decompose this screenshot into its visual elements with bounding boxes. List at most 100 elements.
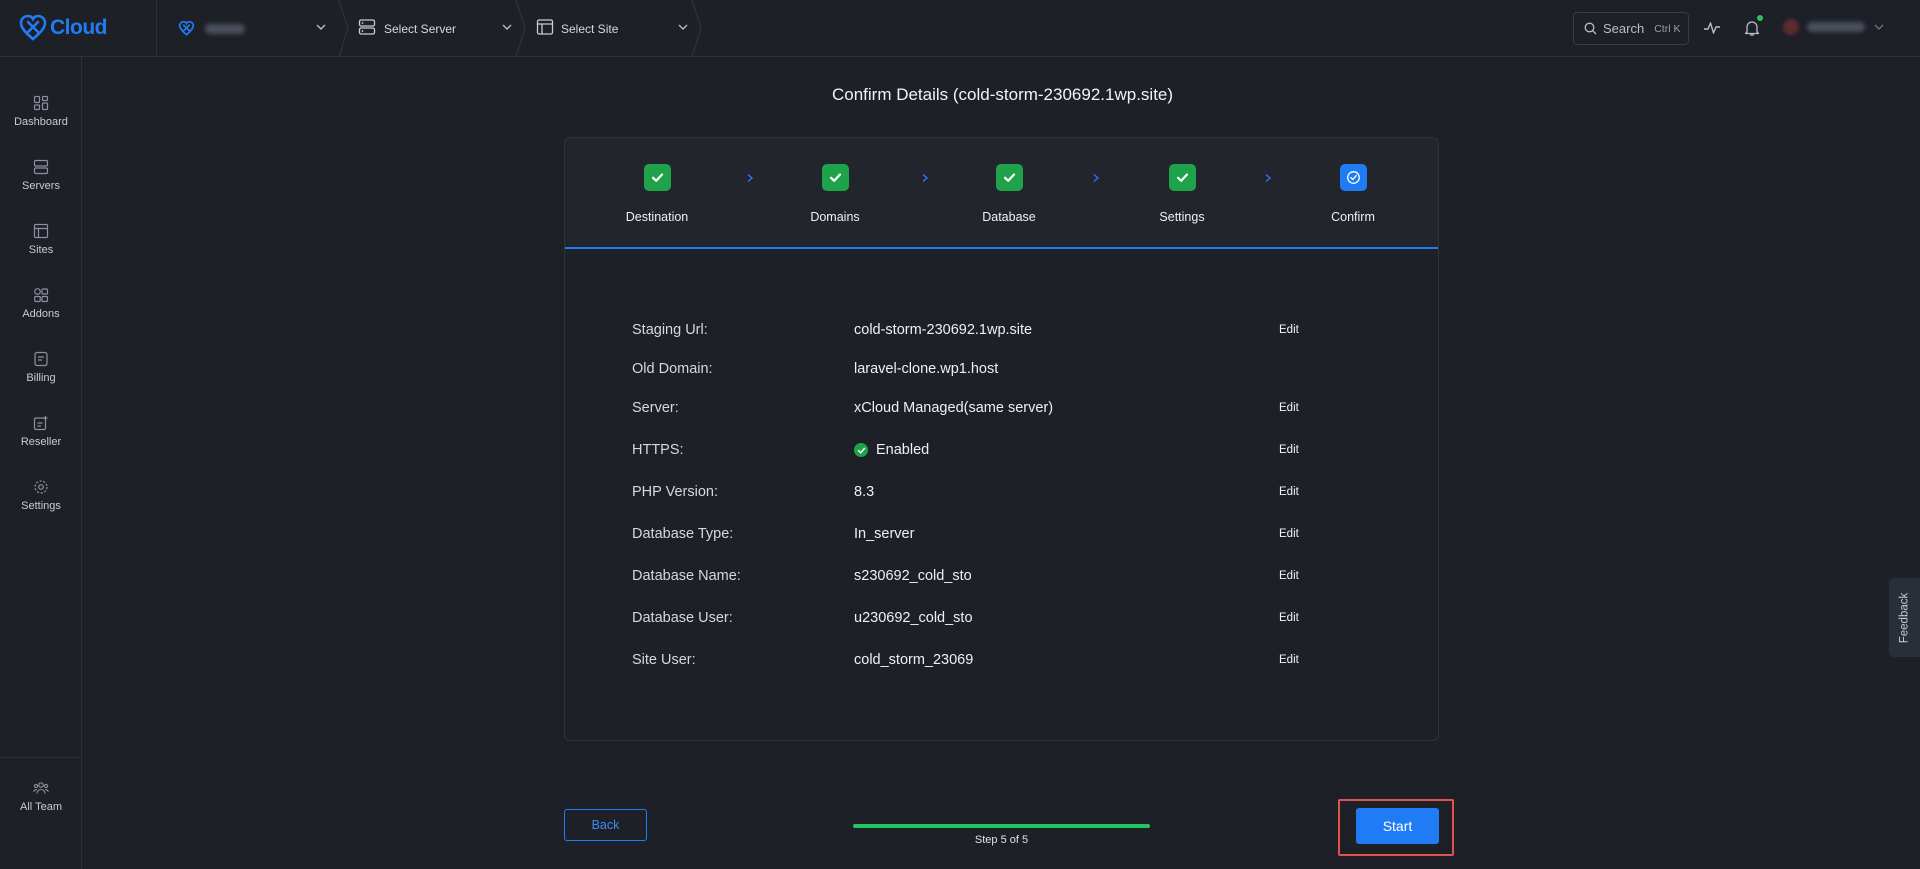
confirm-details-card: Destination Domains Database Settings Co… xyxy=(564,137,1439,741)
sidebar-item-billing[interactable]: Billing xyxy=(0,351,82,401)
sidebar-item-settings[interactable]: Settings xyxy=(0,479,82,529)
sidebar-item-addons[interactable]: Addons xyxy=(0,287,82,337)
detail-row-old-domain: Old Domain: laravel-clone.wp1.host xyxy=(632,357,1392,381)
sidebar-item-sites[interactable]: Sites xyxy=(0,223,82,273)
step-domains[interactable]: Domains xyxy=(775,164,895,224)
detail-row-site-user: Site User: cold_storm_23069 Edit xyxy=(632,648,1392,672)
chevron-down-icon xyxy=(1874,24,1884,30)
addons-icon xyxy=(34,288,49,303)
team-logo-icon xyxy=(178,20,195,36)
sidebar-item-label: Sites xyxy=(28,244,54,256)
detail-value: xCloud Managed(same server) xyxy=(854,400,1054,416)
sidebar: Dashboard Servers Sites Addons Billing R… xyxy=(0,57,82,869)
https-status-text: Enabled xyxy=(876,442,930,458)
edit-button[interactable]: Edit xyxy=(1279,612,1299,624)
step-progress-fill xyxy=(853,824,1150,828)
billing-icon xyxy=(34,351,48,367)
reseller-icon xyxy=(33,416,48,431)
step-label: Settings xyxy=(1159,210,1205,224)
detail-label: Database User: xyxy=(632,610,733,626)
step-label: Confirm xyxy=(1331,210,1375,224)
detail-value: In_server xyxy=(854,526,915,542)
step-settings[interactable]: Settings xyxy=(1122,164,1242,224)
breadcrumb-separator xyxy=(338,0,349,57)
sidebar-divider xyxy=(0,757,82,758)
search-icon xyxy=(1584,22,1597,35)
back-button[interactable]: Back xyxy=(564,809,647,841)
edit-button[interactable]: Edit xyxy=(1279,402,1299,414)
chevron-down-icon xyxy=(502,24,512,30)
detail-label: Server: xyxy=(632,400,679,416)
server-selector[interactable]: Select Server xyxy=(352,0,520,57)
stepper: Destination Domains Database Settings Co… xyxy=(565,138,1438,249)
step-label: Database xyxy=(982,210,1036,224)
edit-button[interactable]: Edit xyxy=(1279,654,1299,666)
step-badge xyxy=(1168,164,1196,191)
detail-label: Site User: xyxy=(632,652,696,668)
sidebar-item-label: Reseller xyxy=(20,436,62,448)
sidebar-item-servers[interactable]: Servers xyxy=(0,159,82,209)
edit-button[interactable]: Edit xyxy=(1279,528,1299,540)
team-name xyxy=(205,24,245,34)
server-icon xyxy=(33,159,49,175)
site-selector[interactable]: Select Site xyxy=(530,0,695,57)
check-icon xyxy=(651,173,663,182)
team-selector[interactable] xyxy=(157,0,340,57)
chevron-right-icon xyxy=(747,173,754,183)
start-button[interactable]: Start xyxy=(1356,808,1439,844)
detail-row-database-type: Database Type: In_server Edit xyxy=(632,522,1392,546)
breadcrumb-separator xyxy=(691,0,702,57)
detail-row-server: Server: xCloud Managed(same server) Edit xyxy=(632,396,1392,420)
user-menu[interactable] xyxy=(1783,19,1885,35)
sidebar-item-reseller[interactable]: Reseller xyxy=(0,415,82,465)
detail-value: cold-storm-230692.1wp.site xyxy=(854,322,1033,338)
step-destination[interactable]: Destination xyxy=(597,164,717,224)
feedback-label: Feedback xyxy=(1898,592,1911,643)
check-circle-icon xyxy=(1346,171,1360,184)
step-badge xyxy=(995,164,1023,191)
step-progress-bar xyxy=(853,824,1150,828)
site-selector-label: Select Site xyxy=(561,22,619,36)
detail-value-https: Enabled xyxy=(854,442,929,458)
step-confirm[interactable]: Confirm xyxy=(1293,164,1413,224)
bell-icon[interactable] xyxy=(1743,19,1761,37)
sidebar-item-label: Billing xyxy=(26,372,56,384)
search-button[interactable]: Search Ctrl K xyxy=(1573,12,1689,45)
xcloud-logo[interactable]: Cloud xyxy=(18,12,107,44)
detail-label: Staging Url: xyxy=(632,322,708,338)
chevron-right-icon xyxy=(1265,173,1272,183)
server-selector-label: Select Server xyxy=(384,22,457,36)
step-badge xyxy=(821,164,849,191)
top-bar: Cloud Select Server Select Site Search C xyxy=(0,0,1920,57)
chevron-right-icon xyxy=(922,173,929,183)
gear-icon xyxy=(34,480,48,494)
step-badge xyxy=(643,164,671,191)
detail-row-php-version: PHP Version: 8.3 Edit xyxy=(632,480,1392,504)
edit-button[interactable]: Edit xyxy=(1279,324,1299,336)
detail-label: Database Type: xyxy=(632,526,734,542)
activity-icon[interactable] xyxy=(1703,19,1721,37)
logo-mark-icon xyxy=(19,14,47,41)
avatar xyxy=(1783,19,1799,35)
edit-button[interactable]: Edit xyxy=(1279,570,1299,582)
chevron-right-icon xyxy=(1093,173,1100,183)
sidebar-item-all-team[interactable]: All Team xyxy=(0,780,82,830)
check-icon xyxy=(1003,173,1015,182)
chevron-down-icon xyxy=(316,24,326,30)
step-label: Domains xyxy=(810,210,860,224)
sites-icon xyxy=(33,223,49,239)
edit-button[interactable]: Edit xyxy=(1279,486,1299,498)
breadcrumb-separator xyxy=(515,0,526,57)
check-circle-icon xyxy=(854,443,868,457)
step-database[interactable]: Database xyxy=(949,164,1069,224)
sidebar-item-label: All Team xyxy=(20,801,62,813)
feedback-tab[interactable]: Feedback xyxy=(1889,578,1920,657)
search-shortcut: Ctrl K xyxy=(1654,22,1681,35)
step-label: Destination xyxy=(625,210,689,224)
site-icon xyxy=(536,19,554,35)
detail-value: u230692_cold_sto xyxy=(854,610,973,626)
user-name xyxy=(1807,22,1865,32)
edit-button[interactable]: Edit xyxy=(1279,444,1299,456)
detail-label: Database Name: xyxy=(632,568,741,584)
detail-value: laravel-clone.wp1.host xyxy=(854,361,999,377)
